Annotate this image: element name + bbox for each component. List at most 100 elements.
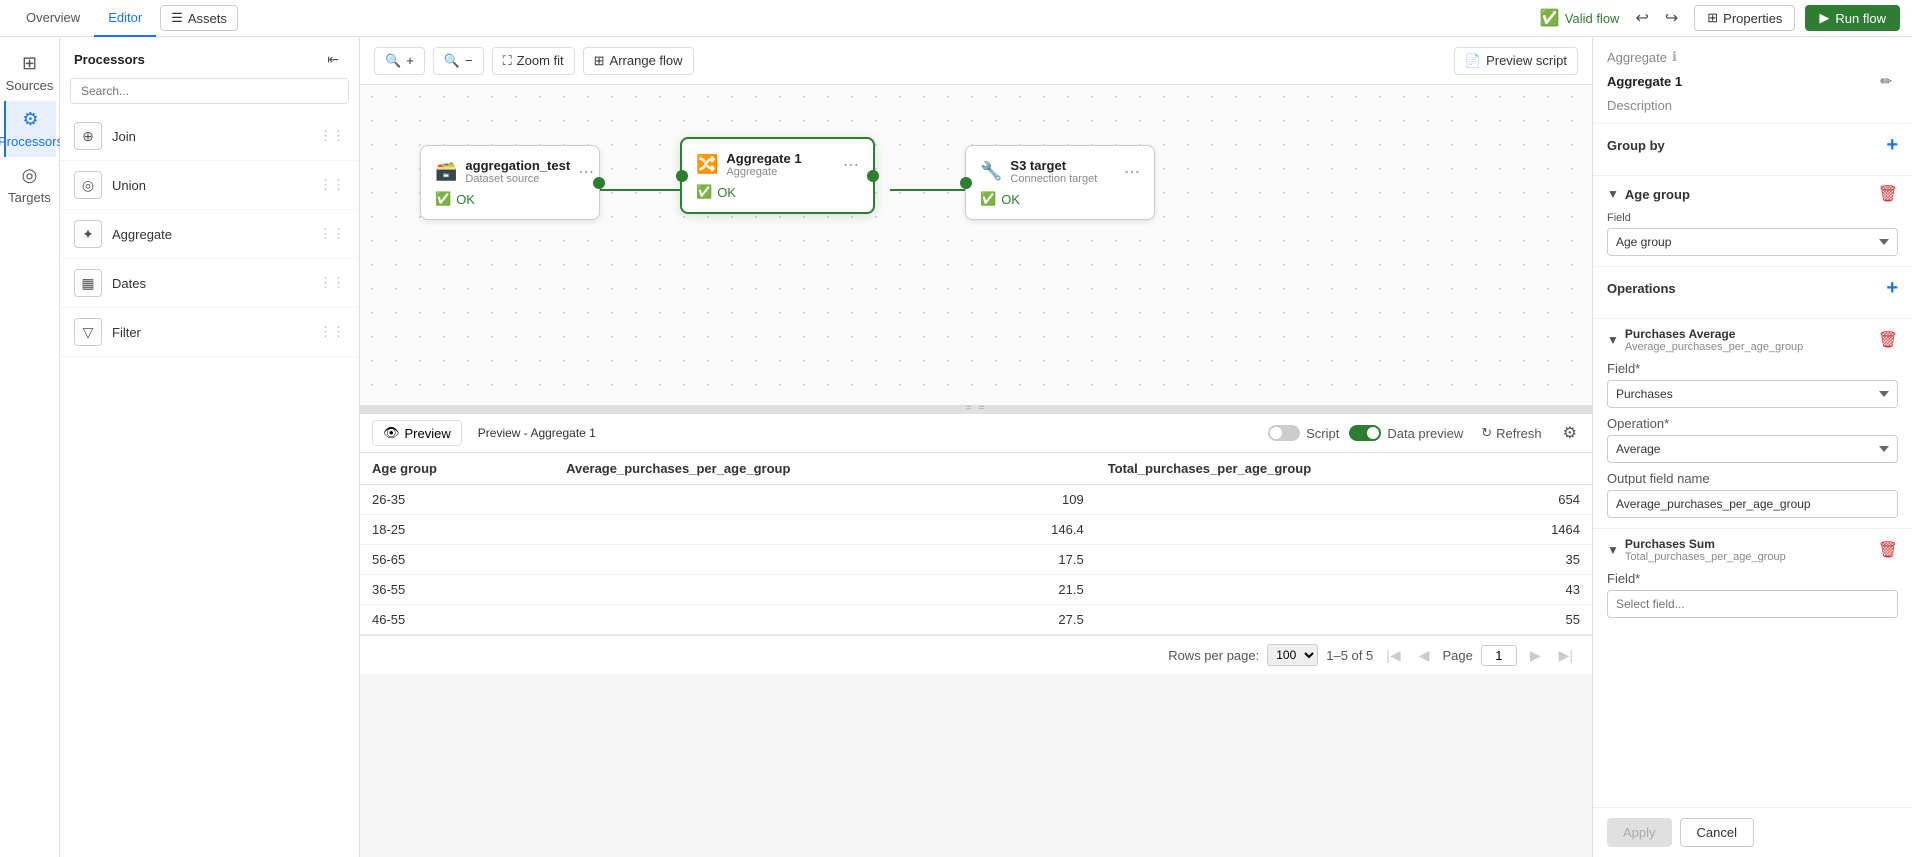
zoom-in-button[interactable]: 🔍 + <box>374 47 425 75</box>
cell-avg: 17.5 <box>554 545 1096 575</box>
zoom-fit-button[interactable]: ⛶ Zoom fit <box>492 47 575 75</box>
last-page-button[interactable]: ▶| <box>1554 645 1578 666</box>
op2-collapse[interactable]: ▼ Purchases Sum Total_purchases_per_age_… <box>1593 528 1912 571</box>
zoom-in-label: + <box>406 53 414 68</box>
script-toggle-knob <box>1270 427 1282 439</box>
run-flow-label: Run flow <box>1835 11 1886 26</box>
tab-overview[interactable]: Overview <box>12 0 94 37</box>
target-node-status: ✅ OK <box>980 191 1140 207</box>
arrange-flow-button[interactable]: ⊞ Arrange flow <box>583 47 694 75</box>
processors-search-input[interactable] <box>70 78 349 104</box>
preview-script-label: Preview script <box>1486 53 1567 68</box>
page-input[interactable] <box>1481 645 1517 666</box>
op1-output-input[interactable] <box>1607 490 1898 518</box>
processor-item-filter[interactable]: ▽ Filter ⋮⋮ <box>60 308 359 357</box>
processors-collapse-button[interactable]: ⇤ <box>321 49 345 70</box>
aggregate-drag-handle[interactable]: ⋮⋮ <box>319 226 345 242</box>
op2-delete-button[interactable]: 🗑 <box>1878 540 1898 560</box>
target-node[interactable]: 🔧 S3 target Connection target ⋯ ✅ OK <box>965 145 1155 220</box>
age-group-delete-button[interactable]: 🗑 <box>1878 184 1898 204</box>
right-panel: Aggregate ℹ Aggregate 1 ✏ Description Gr… <box>1592 37 1912 857</box>
preview-script-button[interactable]: 📄 Preview script <box>1454 47 1578 75</box>
canvas[interactable]: 🗃️ aggregation_test Dataset source ⋯ ✅ O… <box>360 85 1592 405</box>
range-label: 1–5 of 5 <box>1326 648 1373 663</box>
age-group-collapse-left: ▼ Age group <box>1607 187 1690 202</box>
preview-right: Script Data preview ↻ Refresh ⚙ <box>1268 420 1580 446</box>
cell-total: 43 <box>1096 575 1592 605</box>
source-node-status: ✅ OK <box>435 191 585 207</box>
filter-label: Filter <box>112 325 319 340</box>
processor-item-join[interactable]: ⊕ Join ⋮⋮ <box>60 112 359 161</box>
cell-age-group: 18-25 <box>360 515 554 545</box>
aggregate-node[interactable]: 🔀 Aggregate 1 Aggregate ⋯ ✅ OK <box>680 137 875 214</box>
data-preview-toggle[interactable] <box>1349 425 1381 441</box>
dates-drag-handle[interactable]: ⋮⋮ <box>319 275 345 291</box>
dates-label: Dates <box>112 276 319 291</box>
target-node-menu[interactable]: ⋯ <box>1124 162 1140 182</box>
first-page-button[interactable]: |◀ <box>1381 645 1405 666</box>
top-bar: Overview Editor ☰ Assets ✅ Valid flow ↩ … <box>0 0 1912 37</box>
age-group-field-select[interactable]: Age group <box>1607 228 1898 256</box>
op1-delete-button[interactable]: 🗑 <box>1878 330 1898 350</box>
script-toggle[interactable] <box>1268 425 1300 441</box>
properties-button[interactable]: ⊞ Properties <box>1694 5 1795 31</box>
targets-icon: ◎ <box>22 165 38 186</box>
processors-header: Processors ⇤ <box>60 37 359 78</box>
aggregate-node-menu[interactable]: ⋯ <box>843 155 859 175</box>
refresh-button[interactable]: ↻ Refresh <box>1473 422 1549 444</box>
op2-chevron: ▼ <box>1607 543 1619 557</box>
edit-title-button[interactable]: ✏ <box>1874 71 1898 92</box>
tab-editor[interactable]: Editor <box>94 0 156 37</box>
group-by-add-button[interactable]: + <box>1886 134 1898 157</box>
op1-field-select[interactable]: Purchases <box>1607 380 1898 408</box>
processors-list: ⊕ Join ⋮⋮ ◎ Union ⋮⋮ ✦ Aggregate ⋮⋮ ▦ Da… <box>60 112 359 857</box>
tab-assets[interactable]: ☰ Assets <box>160 5 238 31</box>
sidebar-item-sources[interactable]: ⊞ Sources <box>4 45 56 101</box>
apply-cancel-row: Apply Cancel <box>1593 807 1912 857</box>
operations-add-button[interactable]: + <box>1886 277 1898 300</box>
valid-flow-label: Valid flow <box>1565 11 1620 26</box>
rows-per-page-select[interactable]: 100 50 25 <box>1267 644 1318 666</box>
op1-collapse[interactable]: ▼ Purchases Average Average_purchases_pe… <box>1593 318 1912 361</box>
preview-tab-label: Preview <box>405 426 451 441</box>
op1-operation-select[interactable]: Average <box>1607 435 1898 463</box>
source-ok-label: OK <box>456 192 475 207</box>
prev-page-button[interactable]: ◀ <box>1414 645 1435 666</box>
preview-tab-button[interactable]: 👁 Preview <box>372 420 462 446</box>
union-drag-handle[interactable]: ⋮⋮ <box>319 177 345 193</box>
valid-flow-icon: ✅ <box>1540 8 1560 28</box>
join-drag-handle[interactable]: ⋮⋮ <box>319 128 345 144</box>
zoom-out-button[interactable]: 🔍 − <box>433 47 484 75</box>
op1-output-label: Output field name <box>1607 471 1898 486</box>
arrange-flow-label: Arrange flow <box>610 53 683 68</box>
zoom-out-icon: 🔍 <box>444 53 460 69</box>
operations-label: Operations <box>1607 281 1676 296</box>
preview-settings-button[interactable]: ⚙ <box>1560 420 1580 446</box>
op1-subtitle: Average_purchases_per_age_group <box>1625 341 1803 353</box>
age-group-collapse[interactable]: ▼ Age group 🗑 <box>1593 175 1912 212</box>
cancel-button[interactable]: Cancel <box>1680 818 1754 847</box>
filter-drag-handle[interactable]: ⋮⋮ <box>319 324 345 340</box>
sidebar-item-processors[interactable]: ⚙ Processors <box>4 101 56 157</box>
sidebar-item-targets[interactable]: ◎ Targets <box>4 157 56 213</box>
undo-button[interactable]: ↩ <box>1629 6 1654 30</box>
group-by-section: Group by + <box>1593 123 1912 175</box>
op1-chevron: ▼ <box>1607 333 1619 347</box>
op2-collapse-left: ▼ Purchases Sum Total_purchases_per_age_… <box>1607 537 1786 563</box>
next-page-button[interactable]: ▶ <box>1525 645 1546 666</box>
target-node-header: 🔧 S3 target Connection target ⋯ <box>980 158 1140 185</box>
apply-button[interactable]: Apply <box>1607 818 1672 847</box>
source-node-menu[interactable]: ⋯ <box>578 162 594 182</box>
processor-item-aggregate[interactable]: ✦ Aggregate ⋮⋮ <box>60 210 359 259</box>
page-label: Page <box>1442 648 1472 663</box>
target-left-dot <box>960 177 972 189</box>
source-node[interactable]: 🗃️ aggregation_test Dataset source ⋯ ✅ O… <box>420 145 600 220</box>
run-flow-button[interactable]: ▶ Run flow <box>1805 5 1900 31</box>
processor-item-union[interactable]: ◎ Union ⋮⋮ <box>60 161 359 210</box>
op2-field-input[interactable] <box>1607 590 1898 618</box>
cell-total: 35 <box>1096 545 1592 575</box>
cell-age-group: 26-35 <box>360 485 554 515</box>
processor-item-dates[interactable]: ▦ Dates ⋮⋮ <box>60 259 359 308</box>
redo-button[interactable]: ↪ <box>1659 6 1684 30</box>
target-node-title-group: S3 target Connection target <box>1010 158 1116 185</box>
